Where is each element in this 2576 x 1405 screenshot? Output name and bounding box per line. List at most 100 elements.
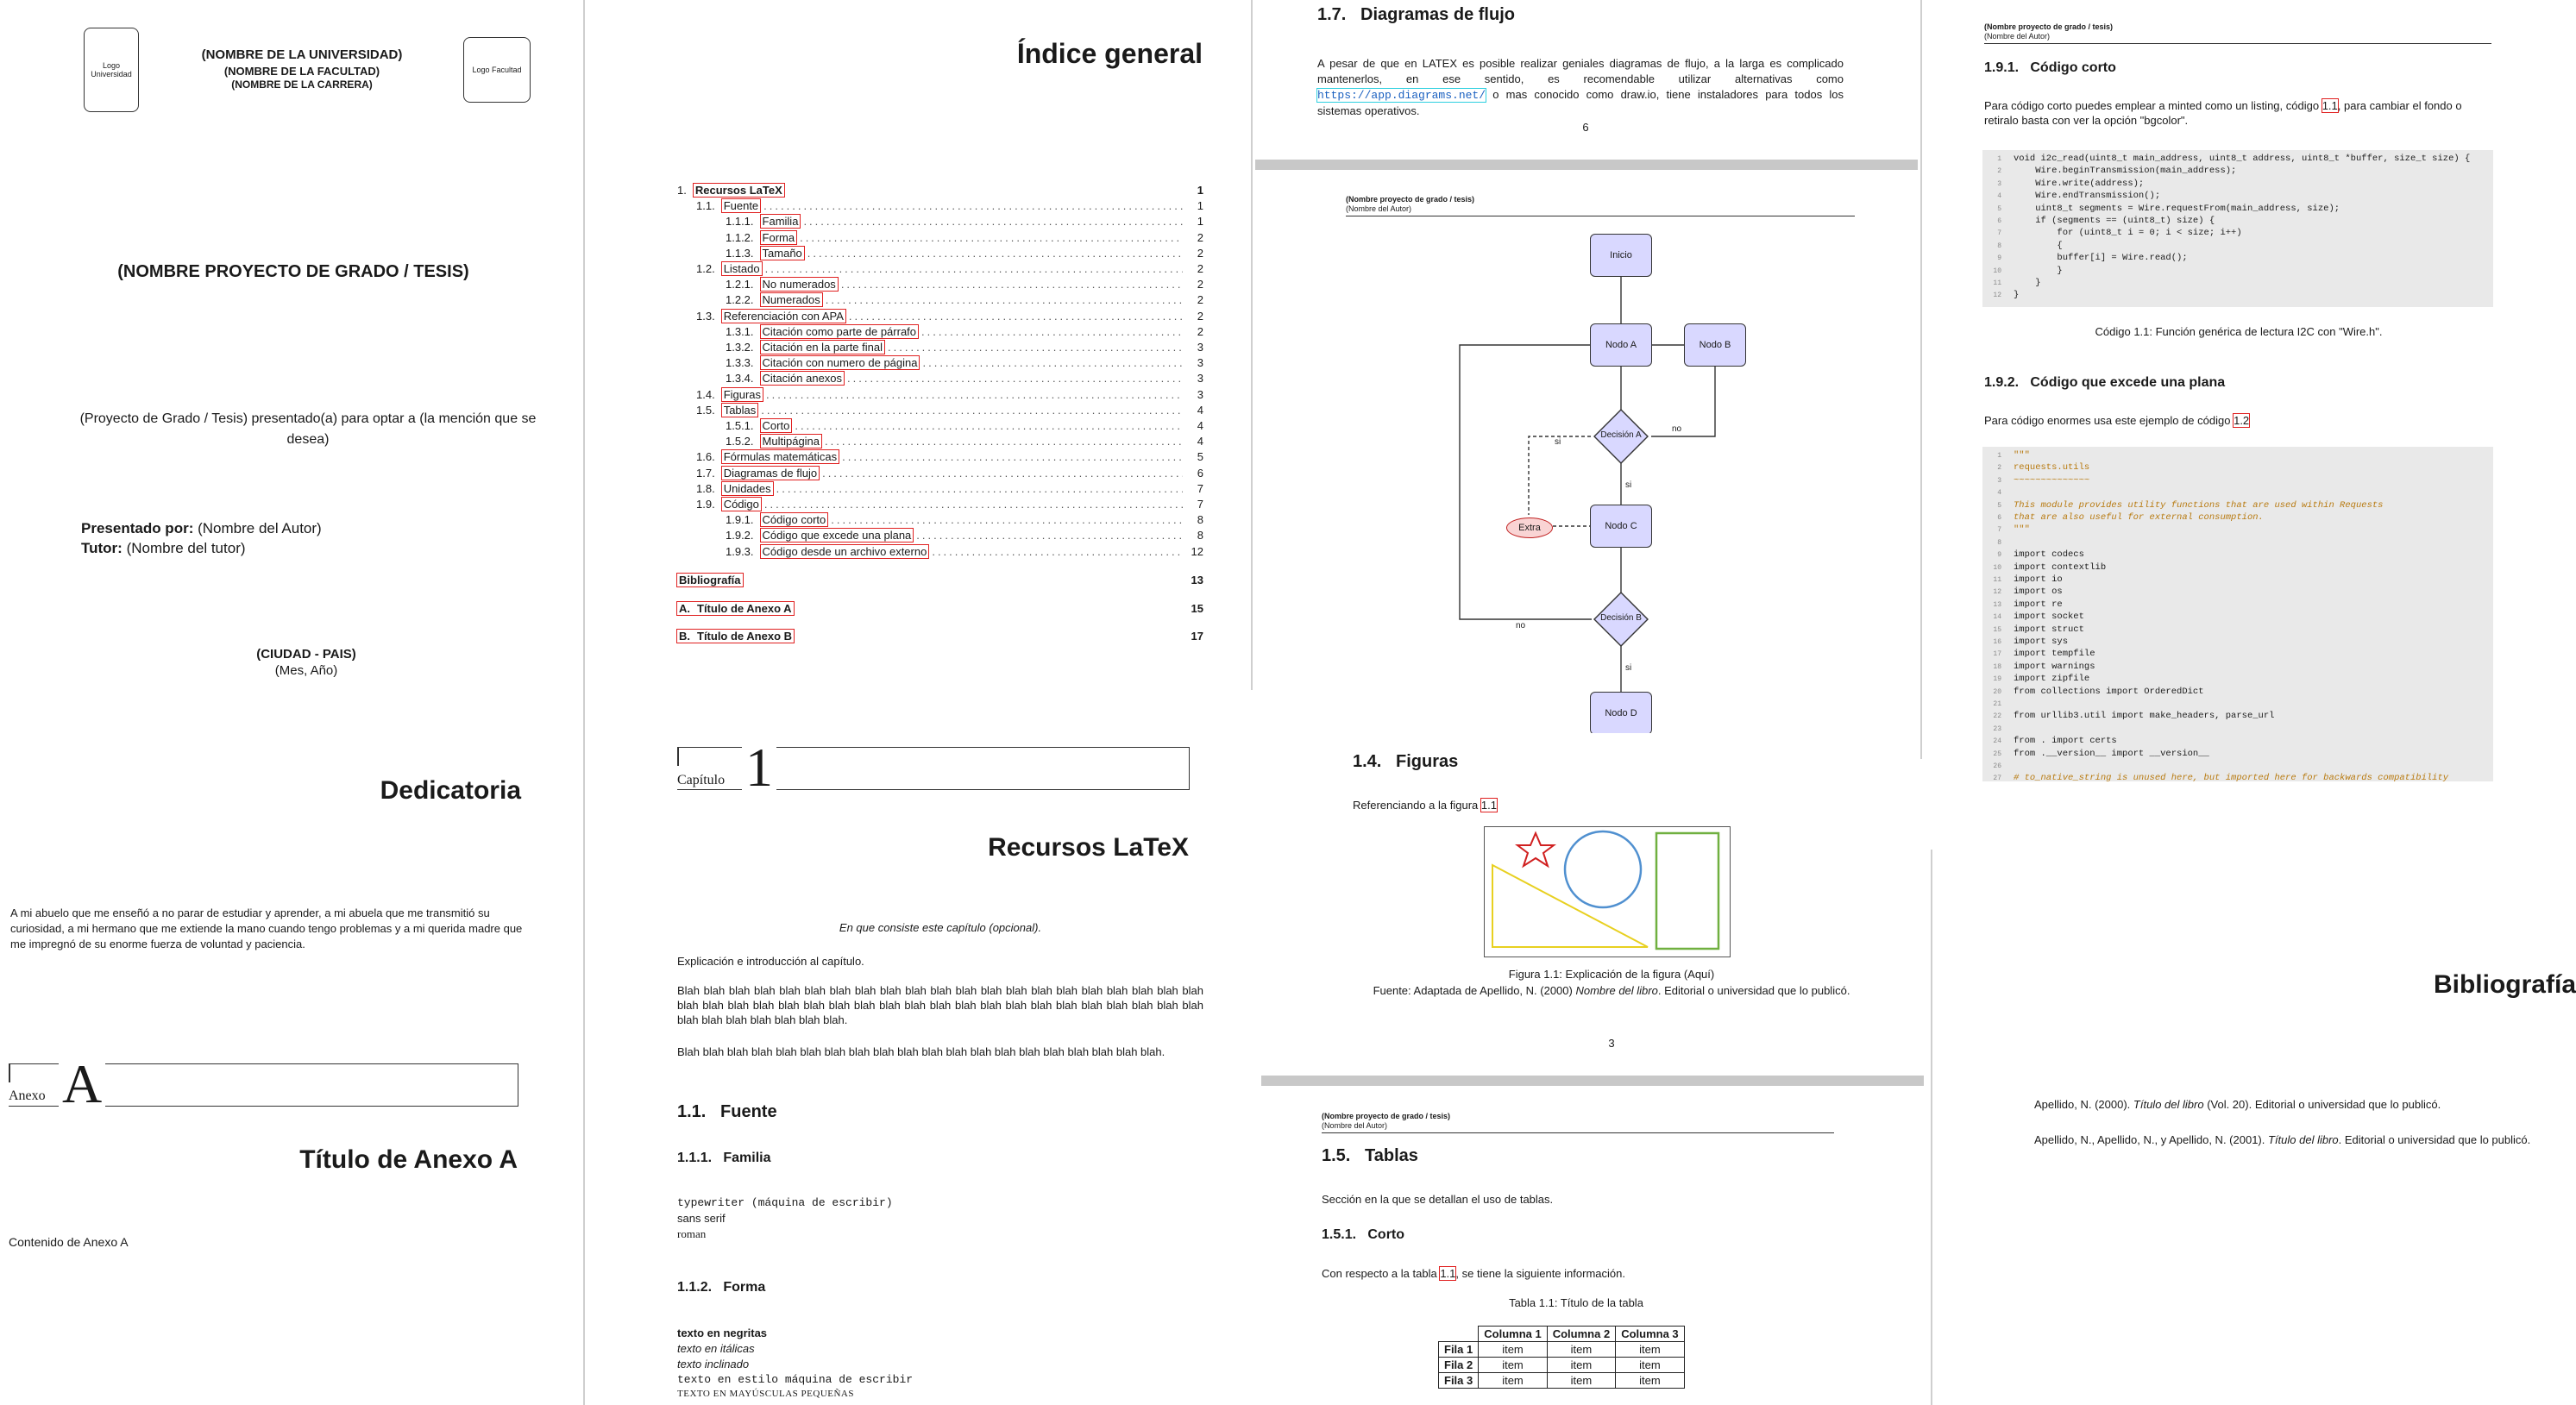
bibliography-heading: Bibliografía [2433, 970, 2576, 999]
toc-entry-label[interactable]: Citación anexos [759, 371, 845, 386]
toc-entry[interactable]: 1.9.1. Código corto......................… [677, 512, 1203, 529]
code-text: from collections import OrderedDict [2014, 686, 2204, 697]
section-heading: 1.1. Fuente [677, 1102, 777, 1121]
toc-entry[interactable]: 1.1. Fuente..............................… [677, 198, 1203, 215]
annex-word: Anexo [9, 1088, 49, 1104]
figure-shapes [1492, 830, 1720, 950]
section-heading: 1.7. Diagramas de flujo [1317, 5, 1515, 24]
bib-text: Apellido, N. (2000). [2034, 1098, 2131, 1111]
presented-by: Presentado por: (Nombre del Autor) [81, 520, 322, 537]
toc-heading: Índice general [1016, 38, 1203, 69]
line-number: 3 [1997, 476, 2001, 485]
code-text: uint8_t segments = Wire.requestFrom(main… [2014, 203, 2340, 214]
chapter-intro-italic: En que consiste este capítulo (opcional)… [839, 921, 1042, 934]
line-number: 12 [1993, 292, 2001, 300]
toc-entry[interactable]: 1.2.1. No numerados......................… [677, 277, 1203, 293]
code-text: """ [2014, 524, 2030, 536]
row-header: Fila 3 [1437, 1372, 1480, 1389]
toc-entry[interactable]: 1.3. Referenciación con APA..............… [677, 308, 1203, 325]
toc-entry[interactable]: 1.2.2. Numerados.........................… [677, 292, 1203, 309]
code-ref-link[interactable]: 1.1 [2321, 98, 2339, 113]
toc-entry-label[interactable]: No numerados [759, 277, 839, 292]
toc-entry[interactable]: 1.9.2. Código que excede una plana.......… [677, 528, 1203, 544]
toc-entry-label[interactable]: Código corto [759, 512, 829, 528]
toc-entry-label[interactable]: Familia [759, 214, 801, 229]
toc-entry-label[interactable]: Fórmulas matemáticas [720, 449, 840, 465]
table-ref-link[interactable]: 1.1 [1439, 1266, 1457, 1281]
toc-entry-label[interactable]: Código [720, 497, 762, 511]
toc-entry-label[interactable]: Citación como parte de párrafo [759, 323, 920, 339]
toc-entry[interactable]: 1.1.2. Forma.............................… [677, 229, 1203, 247]
toc-entry[interactable]: 1.2. Listado.............................… [677, 261, 1203, 278]
code-ref-link[interactable]: 1.2 [2233, 413, 2251, 428]
toc-entry[interactable]: 1.8. Unidades............................… [677, 480, 1203, 498]
toc-entry-label[interactable]: B. Título de Anexo B [675, 628, 795, 643]
font-example: sans serif [677, 1212, 726, 1225]
logo-text: Logo [102, 61, 121, 70]
toc-entry-label[interactable]: Fuente [720, 198, 762, 214]
toc-dot-leader: ........................................… [763, 199, 1183, 213]
toc-entry[interactable]: 1.5.2. Multipágina.......................… [677, 434, 1203, 450]
toc-entry[interactable]: 1.3.4. Citación anexos...................… [677, 371, 1203, 387]
toc-entry-label[interactable]: Código que excede una plana [759, 528, 914, 543]
code-line: 3 Wire.write(address); [1982, 179, 2493, 191]
triangle-shape [1492, 863, 1649, 948]
toc-entry-page: 2 [1197, 293, 1203, 307]
chapter-number: 1 [742, 740, 776, 795]
toc-entry-label[interactable]: Tablas [720, 402, 759, 417]
toc-entry-label[interactable]: Numerados [759, 292, 823, 308]
toc-entry[interactable]: A. Título de Anexo A 15 [676, 600, 1203, 618]
ref-text: Referenciando a la figura [1353, 799, 1479, 812]
code-line: 5 This module provides utility functions … [1982, 500, 2493, 512]
toc-entry-label[interactable]: Bibliografía [676, 572, 744, 587]
toc-entry[interactable]: 1.3.3. Citación con numero de página.....… [677, 355, 1203, 372]
toc-entry-label[interactable]: Citación con numero de página [759, 355, 920, 371]
table-cell: item [1546, 1357, 1617, 1373]
line-number: 14 [1993, 613, 2001, 622]
toc-entry-label[interactable]: Forma [759, 229, 798, 245]
date: (Mes, Año) [274, 663, 338, 678]
toc-entry-label[interactable]: Referenciación con APA [720, 308, 846, 323]
toc-entry-label[interactable]: Listado [720, 261, 763, 276]
diagrams-link[interactable]: https://app.diagrams.net/ [1316, 88, 1487, 103]
table-row: Fila 1 item item item [1437, 1341, 1685, 1358]
code-line: 17 import tempfile [1982, 649, 2493, 661]
toc-entry-label[interactable]: Multipágina [759, 434, 823, 449]
toc-entry[interactable]: 1.1.1. Familia...........................… [677, 214, 1203, 230]
toc-entry[interactable]: B. Título de Anexo B 17 [675, 628, 1203, 645]
toc-entry-label[interactable]: Figuras [720, 386, 764, 402]
toc-entry[interactable]: 1. Recursos LaTeX 1 [677, 183, 1203, 199]
toc-entry-label[interactable]: Corto [759, 418, 793, 433]
toc-entry[interactable]: 1.3.1. Citación como parte de párrafo....… [677, 323, 1203, 341]
toc-entry-label[interactable]: Recursos LaTeX [692, 183, 785, 198]
toc-entry[interactable]: Bibliografía 13 [676, 572, 1203, 589]
toc-entry-label[interactable]: Citación en la parte final [759, 340, 886, 354]
toc-entry[interactable]: 1.9.3. Código desde un archivo externo...… [677, 543, 1203, 561]
toc-entry[interactable]: 1.4. Figuras.............................… [677, 386, 1203, 404]
table-cell: item [1615, 1357, 1685, 1373]
toc-entry-page: 15 [1191, 601, 1203, 615]
toc-entry[interactable]: 1.6. Fórmulas matemáticas................… [677, 449, 1203, 466]
code-line: 6 if (segments == (uint8_t) size) { [1982, 216, 2493, 228]
line-number: 17 [1993, 650, 2001, 659]
code-line: 18 import warnings [1982, 662, 2493, 674]
toc-entry[interactable]: 1.3.2. Citación en la parte final........… [677, 340, 1203, 356]
toc-entry-label[interactable]: Tamaño [759, 245, 805, 260]
code-line: 9 buffer[i] = Wire.read(); [1982, 253, 2493, 265]
toc-entry[interactable]: 1.1.3. Tamaño............................… [677, 245, 1203, 262]
figure-ref-link[interactable]: 1.1 [1480, 798, 1498, 812]
running-header: (Nombre del Autor) [1322, 1121, 1388, 1130]
toc-entry-label[interactable]: Código desde un archivo externo [759, 543, 930, 559]
toc-dot-leader: ........................................… [766, 387, 1183, 401]
toc-entry[interactable]: 1.7. Diagramas de flujo..................… [677, 465, 1203, 482]
toc-entry[interactable]: 1.9. Código..............................… [677, 497, 1203, 513]
code-line: 15 import struct [1982, 624, 2493, 637]
toc-entry[interactable]: 1.5.1. Corto.............................… [677, 418, 1203, 435]
toc-entry-label[interactable]: Diagramas de flujo [720, 465, 820, 480]
toc-entry-label[interactable]: Unidades [720, 480, 774, 496]
toc-entry[interactable]: 1.5. Tablas..............................… [677, 402, 1203, 419]
toc-entry-page: 13 [1191, 573, 1203, 586]
line-number: 11 [1993, 279, 2001, 287]
toc-entry-label[interactable]: A. Título de Anexo A [676, 600, 795, 616]
line-number: 11 [1993, 576, 2001, 584]
